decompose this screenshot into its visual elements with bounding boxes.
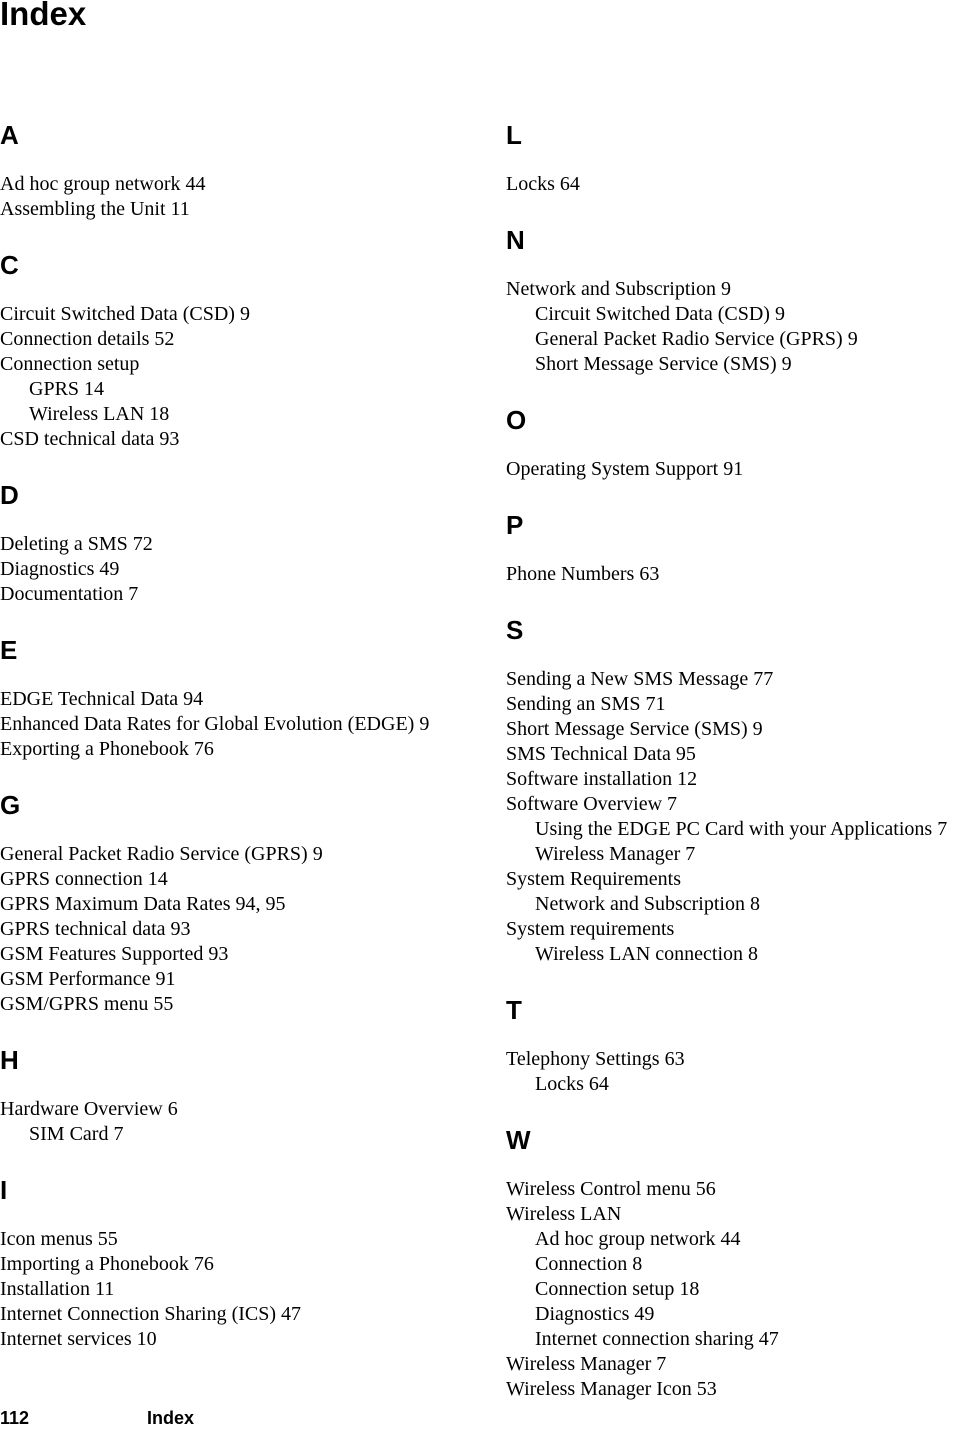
index-entry: Wireless LAN — [506, 1203, 622, 1225]
index-entry: GSM Performance 91 — [0, 968, 176, 990]
index-entry: General Packet Radio Service (GPRS) 9 — [0, 843, 323, 865]
index-entry: Exporting a Phonebook 76 — [0, 738, 214, 760]
index-entry: Internet Connection Sharing (ICS) 47 — [0, 1303, 302, 1325]
index-entry: Documentation 7 — [0, 583, 139, 605]
index-entry: Connection setup — [0, 353, 140, 375]
index-entry: Locks 64 — [506, 173, 580, 195]
index-entry: Wireless Manager Icon 53 — [506, 1378, 717, 1400]
index-subentry: Connection 8 — [535, 1253, 643, 1275]
index-subentry: Wireless Manager 7 — [535, 843, 696, 865]
index-entry: Ad hoc group network 44 — [0, 173, 206, 195]
index-subentry: Short Message Service (SMS) 9 — [535, 353, 792, 375]
index-subentry: Using the EDGE PC Card with your Applica… — [535, 818, 948, 840]
index-entry: Sending a New SMS Message 77 — [506, 668, 774, 690]
index-entry: Circuit Switched Data (CSD) 9 — [0, 303, 250, 325]
index-entry: Internet services 10 — [0, 1328, 157, 1350]
index-entry: GPRS connection 14 — [0, 868, 168, 890]
index-entry: GSM Features Supported 93 — [0, 943, 229, 965]
index-letter-heading: A — [0, 120, 19, 150]
index-subentry: Circuit Switched Data (CSD) 9 — [535, 303, 785, 325]
index-entry: Installation 11 — [0, 1278, 115, 1300]
index-entry: Connection details 52 — [0, 328, 175, 350]
index-subentry: Connection setup 18 — [535, 1278, 700, 1300]
index-letter-heading: O — [506, 405, 527, 435]
index-entry: Sending an SMS 71 — [506, 693, 666, 715]
index-entry: Software installation 12 — [506, 768, 698, 790]
index-letter-heading: P — [506, 510, 524, 540]
index-subentry: GPRS 14 — [29, 378, 105, 400]
index-subentry: SIM Card 7 — [29, 1123, 124, 1145]
index-entry: Importing a Phonebook 76 — [0, 1253, 214, 1275]
index-entry: Wireless Manager 7 — [506, 1353, 667, 1375]
index-letter-heading: I — [0, 1175, 8, 1205]
index-entry: System requirements — [506, 918, 675, 940]
index-entry: Network and Subscription 9 — [506, 278, 731, 300]
index-entry: Wireless Control menu 56 — [506, 1178, 716, 1200]
index-letter-heading: S — [506, 615, 524, 645]
index-letter-heading: T — [506, 995, 522, 1025]
index-letter-heading: C — [0, 250, 19, 280]
index-subentry: General Packet Radio Service (GPRS) 9 — [535, 328, 858, 350]
index-letter-heading: H — [0, 1045, 19, 1075]
index-entry: GPRS Maximum Data Rates 94, 95 — [0, 893, 286, 915]
index-entry: GSM/GPRS menu 55 — [0, 993, 174, 1015]
index-letter-heading: W — [506, 1125, 531, 1155]
index-letter-heading: E — [0, 635, 18, 665]
index-entry: Telephony Settings 63 — [506, 1048, 685, 1070]
index-entry: Software Overview 7 — [506, 793, 678, 815]
index-entry: Assembling the Unit 11 — [0, 198, 190, 220]
index-letter-heading: L — [506, 120, 522, 150]
index-subentry: Locks 64 — [535, 1073, 609, 1095]
index-letter-heading: N — [506, 225, 525, 255]
index-entry: Hardware Overview 6 — [0, 1098, 178, 1120]
index-entry: System Requirements — [506, 868, 681, 890]
index-entry: Operating System Support 91 — [506, 458, 744, 480]
index-entry: Short Message Service (SMS) 9 — [506, 718, 763, 740]
index-subentry: Internet connection sharing 47 — [535, 1328, 779, 1350]
index-entry: EDGE Technical Data 94 — [0, 688, 204, 710]
index-subentry: Diagnostics 49 — [535, 1303, 655, 1325]
index-letter-heading: G — [0, 790, 21, 820]
index-entry: SMS Technical Data 95 — [506, 743, 696, 765]
index-entry: GPRS technical data 93 — [0, 918, 191, 940]
index-subentry: Network and Subscription 8 — [535, 893, 760, 915]
index-entry: CSD technical data 93 — [0, 428, 180, 450]
index-subentry: Wireless LAN 18 — [29, 403, 170, 425]
index-entry: Deleting a SMS 72 — [0, 533, 153, 555]
index-letter-heading: D — [0, 480, 19, 510]
index-entry: Diagnostics 49 — [0, 558, 120, 580]
index-entry: Icon menus 55 — [0, 1228, 118, 1250]
page-title: Index — [0, 0, 87, 32]
index-subentry: Wireless LAN connection 8 — [535, 943, 759, 965]
index-subentry: Ad hoc group network 44 — [535, 1228, 741, 1250]
index-entry: Phone Numbers 63 — [506, 563, 660, 585]
index-entry: Enhanced Data Rates for Global Evolution… — [0, 713, 430, 735]
